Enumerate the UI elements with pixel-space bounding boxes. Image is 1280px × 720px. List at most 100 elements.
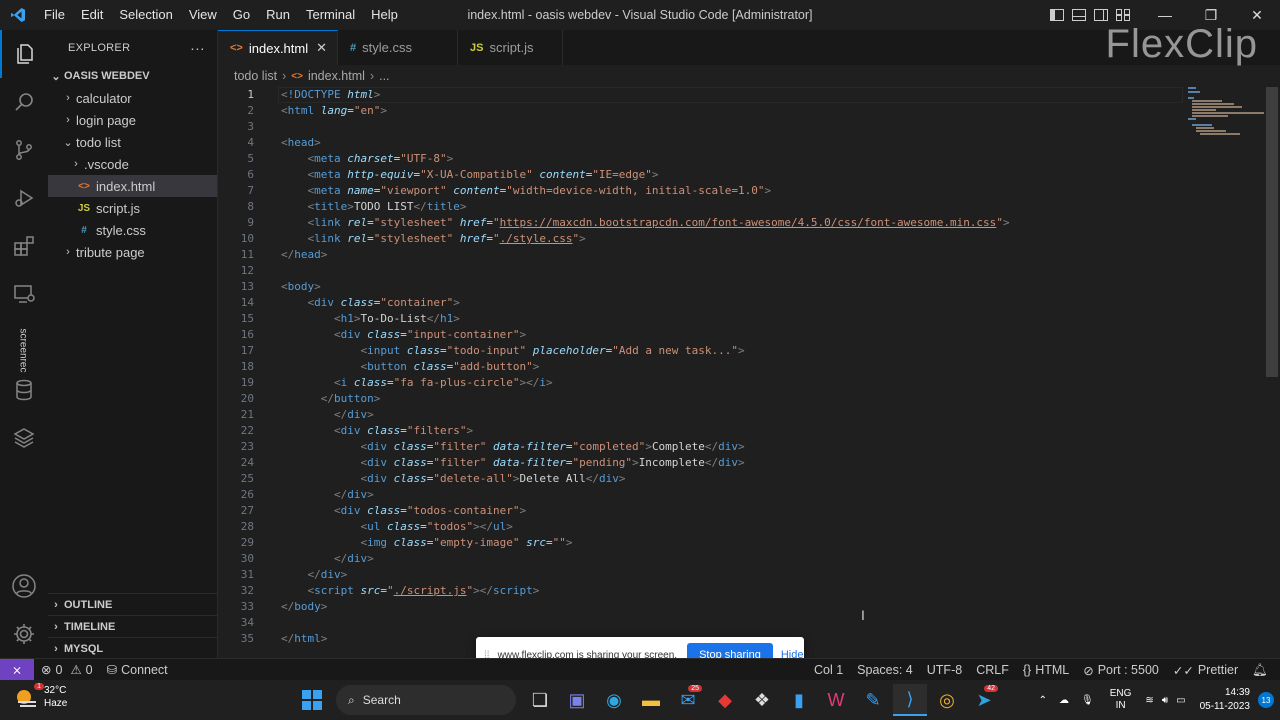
vscode-icon[interactable]: ⟩: [893, 684, 927, 716]
mysql-section[interactable]: › MYSQL: [48, 637, 218, 659]
breadcrumb-symbol[interactable]: ...: [379, 69, 389, 83]
paint-icon[interactable]: ✎: [856, 684, 890, 716]
mysql-label: MYSQL: [64, 642, 104, 655]
source-control-icon[interactable]: [0, 126, 48, 174]
code-token: Complete: [651, 440, 705, 453]
search-icon[interactable]: [0, 78, 48, 126]
menu-view[interactable]: View: [181, 0, 225, 30]
microphone-icon[interactable]: 🎙︎: [1081, 695, 1094, 706]
chevron-right-icon: ›: [66, 246, 70, 258]
telegram-icon[interactable]: ➤ 42: [967, 684, 1001, 716]
encoding[interactable]: UTF-8: [920, 663, 969, 677]
weather-widget[interactable]: 1 32°C Haze: [14, 683, 67, 710]
run-debug-icon[interactable]: [0, 174, 48, 222]
menu-run[interactable]: Run: [258, 0, 298, 30]
account-icon[interactable]: [0, 562, 48, 610]
teams-icon[interactable]: ▣: [560, 684, 594, 716]
show-hidden-icons-icon[interactable]: ⌃: [1039, 695, 1047, 706]
tab-index-html[interactable]: <> index.html ✕: [218, 30, 339, 65]
database-icon[interactable]: [0, 366, 48, 414]
timeline-section[interactable]: › TIMELINE: [48, 615, 218, 637]
line-number: 33: [240, 600, 254, 613]
connect-button[interactable]: ⛁ Connect: [100, 662, 175, 678]
prettier-status[interactable]: ✓✓ Prettier: [1166, 663, 1245, 678]
code-line: 14 <div class="container">: [218, 295, 1218, 311]
menu-terminal[interactable]: Terminal: [298, 0, 363, 30]
taskbar-search[interactable]: ⌕ Search: [336, 685, 516, 715]
dropbox-icon[interactable]: ❖: [745, 684, 779, 716]
files-icon[interactable]: [0, 30, 48, 78]
chrome-icon[interactable]: ◎: [930, 684, 964, 716]
folder-item[interactable]: › tribute page: [48, 241, 217, 263]
breadcrumb-folder[interactable]: todo list: [234, 69, 277, 83]
code-token: src: [360, 584, 381, 597]
code-token: >: [519, 504, 527, 517]
code-line: 6 <meta http-equiv="X-UA-Compatible" con…: [218, 167, 1218, 183]
menu-go[interactable]: Go: [225, 0, 258, 30]
code-line: 19 <i class="fa fa-plus-circle"></i>: [218, 375, 1218, 391]
problems-indicator[interactable]: ⊗ 0 ⚠ 0: [34, 662, 100, 678]
extensions-icon[interactable]: [0, 222, 48, 270]
menu-edit[interactable]: Edit: [73, 0, 111, 30]
taskbar-apps: ⌕ Search ❏ ▣ ◉ ▬ ✉ 25 ◆ ❖ ▮ W ✎ ⟩ ◎ ➤ 42: [295, 684, 1001, 716]
toggle-panel-icon[interactable]: [1068, 0, 1090, 30]
folder-item[interactable]: › calculator: [48, 87, 217, 109]
wps-icon[interactable]: W: [819, 684, 853, 716]
code-line: 13 <body>: [218, 279, 1218, 295]
line-number: 3: [247, 120, 254, 133]
folder-item[interactable]: ⌄ todo list: [48, 131, 217, 153]
live-server-port[interactable]: ⊘ Port : 5500: [1076, 663, 1166, 678]
tab-style-css[interactable]: # style.css: [338, 30, 459, 65]
stack-icon[interactable]: [0, 414, 48, 462]
file-explorer-icon[interactable]: ▬: [634, 684, 668, 716]
settings-gear-icon[interactable]: [0, 610, 48, 658]
folder-item[interactable]: › .vscode: [48, 153, 217, 175]
code-line: 2 <html lang="en">: [218, 103, 1218, 119]
outline-section[interactable]: › OUTLINE: [48, 593, 218, 615]
mail-icon[interactable]: ✉ 25: [671, 684, 705, 716]
code-editor[interactable]: 1 <!DOCTYPE html> 2 <html lang="en"> 3 4 <head…: [218, 87, 1280, 658]
volume-icon[interactable]: 🔊︎: [1162, 695, 1168, 706]
menu-selection[interactable]: Selection: [111, 0, 180, 30]
end-of-line[interactable]: CRLF: [969, 663, 1016, 677]
prettier-label: Prettier: [1197, 663, 1239, 677]
clock[interactable]: 14:39 05-11-2023: [1200, 686, 1250, 714]
line-number: 24: [240, 456, 254, 469]
language-mode[interactable]: {} HTML: [1016, 663, 1076, 677]
file-item[interactable]: # style.css: [48, 219, 217, 241]
tab-script-js[interactable]: JS script.js: [458, 30, 564, 65]
menu-file[interactable]: File: [36, 0, 73, 30]
toggle-primary-sidebar-icon[interactable]: [1046, 0, 1068, 30]
minimap[interactable]: [1186, 87, 1266, 137]
breadcrumb-file[interactable]: index.html: [308, 69, 365, 83]
notifications-bell-icon[interactable]: 🔔︎: [1245, 663, 1280, 678]
app-red-icon[interactable]: ◆: [708, 684, 742, 716]
wifi-icon[interactable]: ≋: [1145, 695, 1153, 706]
workspace-root[interactable]: ⌄ OASIS WEBDEV: [48, 65, 217, 87]
input-language[interactable]: ENG IN: [1110, 688, 1132, 712]
tab-label: style.css: [362, 40, 412, 55]
remote-indicator[interactable]: ⨯: [0, 658, 34, 681]
task-view-icon[interactable]: ❏: [523, 684, 557, 716]
text-cursor-icon: I: [861, 607, 865, 623]
folder-item[interactable]: › login page: [48, 109, 217, 131]
code-token: div: [718, 456, 739, 469]
onedrive-off-icon[interactable]: ☁: [1059, 695, 1069, 706]
remote-explorer-icon[interactable]: [0, 270, 48, 318]
code-token: >: [320, 600, 328, 613]
cursor-position[interactable]: Col 1: [807, 663, 850, 677]
edge-icon[interactable]: ◉: [597, 684, 631, 716]
notification-center-badge[interactable]: 13: [1258, 692, 1274, 708]
menu-help[interactable]: Help: [363, 0, 406, 30]
battery-icon[interactable]: ▭: [1176, 695, 1185, 706]
phone-link-icon[interactable]: ▮: [782, 684, 816, 716]
file-item[interactable]: JS script.js: [48, 197, 217, 219]
start-icon[interactable]: [295, 684, 329, 716]
more-actions-icon[interactable]: ···: [190, 40, 205, 56]
file-item[interactable]: <> index.html: [48, 175, 217, 197]
close-icon[interactable]: ✕: [316, 40, 327, 56]
code-token: >: [618, 472, 626, 485]
editor-scrollbar[interactable]: [1266, 87, 1278, 377]
indentation[interactable]: Spaces: 4: [850, 663, 920, 677]
